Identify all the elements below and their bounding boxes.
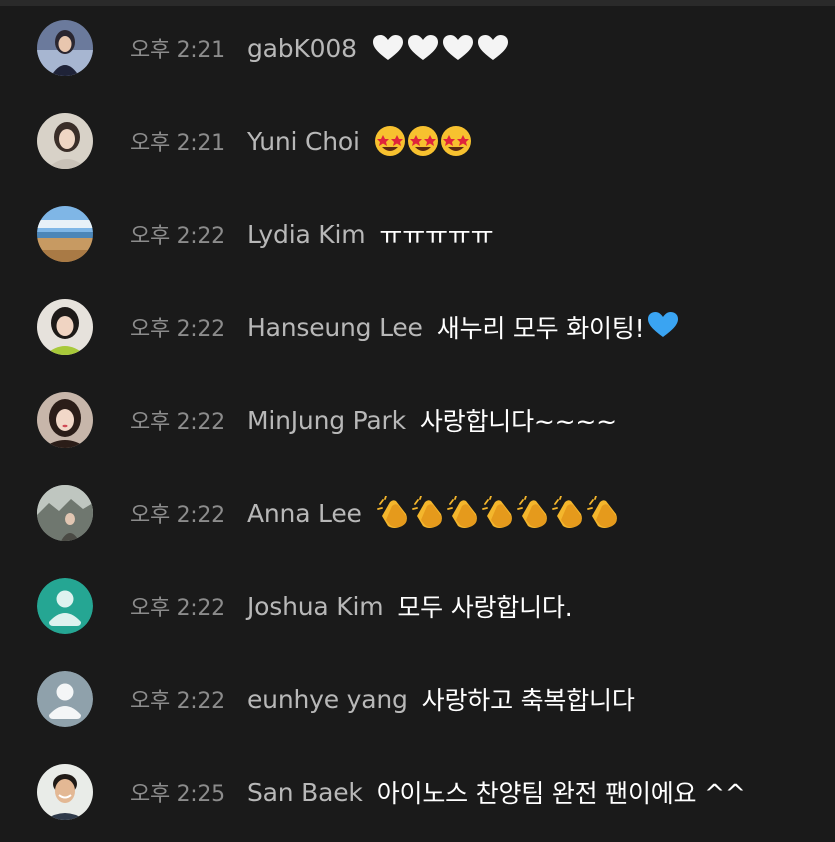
message-text: 사랑하고 축복합니다 (421, 686, 635, 715)
timestamp: 오후 2:21 (130, 38, 225, 63)
avatar[interactable] (37, 20, 93, 76)
chat-message: 오후 2:22 Joshua Kim 모두 사랑합니다. (0, 560, 835, 652)
timestamp: 오후 2:22 (130, 224, 225, 249)
avatar[interactable] (37, 392, 93, 448)
author-name[interactable]: eunhye yang (247, 685, 408, 714)
heart-blue-icon (646, 310, 680, 344)
chat-message: 오후 2:21 Yuni Choi (0, 95, 835, 187)
chat-message: 오후 2:21 gabK008 (0, 2, 835, 94)
chat-message: 오후 2:22 Hanseung Lee 새누리 모두 화이팅! (0, 281, 835, 373)
message-text: 사랑합니다~~~~ (419, 407, 617, 436)
message-text: 모두 사랑합니다. (397, 593, 573, 622)
message-text: 아이노스 찬양팀 완전 팬이에요 ^^ (376, 779, 746, 808)
author-name[interactable]: Hanseung Lee (247, 313, 423, 342)
avatar[interactable] (37, 299, 93, 355)
timestamp: 오후 2:22 (130, 503, 225, 528)
default-avatar-icon[interactable] (37, 671, 93, 727)
chat-message: 오후 2:25 San Baek 아이노스 찬양팀 완전 팬이에요 ^^ (0, 746, 835, 838)
author-name[interactable]: San Baek (247, 778, 363, 807)
author-name[interactable]: Lydia Kim (247, 220, 366, 249)
timestamp: 오후 2:22 (130, 689, 225, 714)
author-name[interactable]: Joshua Kim (247, 592, 384, 621)
heart-white-icon (371, 33, 509, 63)
chat-message: 오후 2:22 Lydia Kim ㅠㅠㅠㅠㅠ (0, 188, 835, 280)
clapping-hands-icon (376, 496, 626, 530)
avatar[interactable] (37, 113, 93, 169)
chat-message: 오후 2:22 MinJung Park 사랑합니다~~~~ (0, 374, 835, 466)
live-chat-list: 오후 2:21 gabK008 오후 2:21 Yuni Choi 오후 2:2… (0, 0, 835, 842)
timestamp: 오후 2:22 (130, 410, 225, 435)
default-avatar-icon[interactable] (37, 578, 93, 634)
avatar[interactable] (37, 764, 93, 820)
star-struck-icon (374, 125, 474, 157)
message-text: ㅠㅠㅠㅠㅠ (379, 221, 494, 250)
author-name[interactable]: MinJung Park (247, 406, 406, 435)
timestamp: 오후 2:21 (130, 131, 225, 156)
message-text: 새누리 모두 화이팅! (436, 314, 645, 343)
timestamp: 오후 2:22 (130, 596, 225, 621)
chat-message: 오후 2:22 eunhye yang 사랑하고 축복합니다 (0, 653, 835, 745)
author-name[interactable]: gabK008 (247, 34, 357, 63)
author-name[interactable]: Anna Lee (247, 499, 362, 528)
timestamp: 오후 2:22 (130, 317, 225, 342)
chat-message: 오후 2:22 Anna Lee (0, 467, 835, 559)
timestamp: 오후 2:25 (130, 782, 225, 807)
avatar[interactable] (37, 485, 93, 541)
author-name[interactable]: Yuni Choi (247, 127, 360, 156)
avatar[interactable] (37, 206, 93, 262)
